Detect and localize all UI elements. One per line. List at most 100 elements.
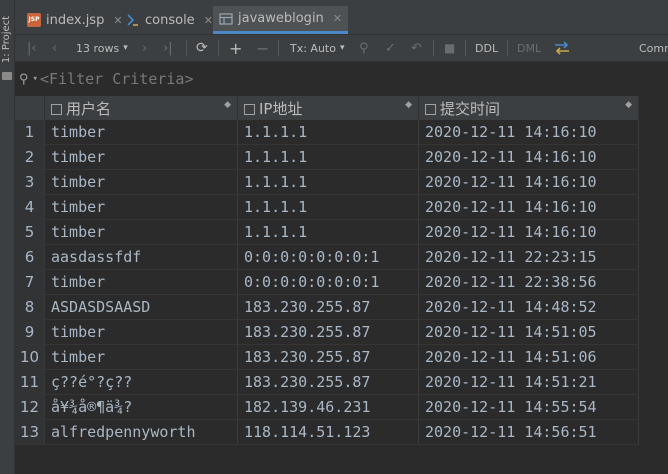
row-number[interactable]: 2 — [15, 144, 45, 170]
cell-submit-time[interactable]: 2020-12-11 14:51:21 — [418, 369, 639, 395]
cell-username[interactable]: alfredpennyworth — [44, 419, 238, 445]
cell-username[interactable]: timber — [44, 319, 238, 345]
cell-ip[interactable]: 1.1.1.1 — [237, 169, 419, 195]
sort-icon[interactable]: ◆ — [405, 100, 412, 110]
row-number[interactable]: 9 — [15, 319, 45, 345]
column-header-submit-time[interactable]: 提交时间 ◆ — [418, 96, 639, 120]
cell-submit-time[interactable]: 2020-12-11 14:16:10 — [418, 219, 639, 245]
cell-username[interactable]: timber — [44, 219, 238, 245]
transaction-mode-dropdown[interactable]: Tx: Auto ▾ — [290, 39, 345, 57]
cell-ip[interactable]: 0:0:0:0:0:0:0:1 — [237, 244, 419, 270]
submit-check-icon[interactable]: ✓ — [385, 39, 396, 57]
sort-icon[interactable]: ◆ — [625, 100, 632, 110]
table-row[interactable]: 13 alfredpennyworth 118.114.51.123 2020-12-… — [15, 419, 639, 445]
cell-username[interactable]: timber — [44, 269, 238, 295]
delete-row-icon[interactable]: − — [256, 39, 269, 58]
cell-username[interactable]: ASDASDSAASD — [44, 294, 238, 320]
cell-ip[interactable]: 1.1.1.1 — [237, 144, 419, 170]
sort-icon[interactable]: ◆ — [224, 100, 231, 110]
stop-icon[interactable]: ■ — [444, 39, 455, 57]
cell-submit-time[interactable]: 2020-12-11 22:38:56 — [418, 269, 639, 295]
table-row[interactable]: 1 timber 1.1.1.1 2020-12-11 14:16:10 — [15, 120, 639, 145]
comments-button[interactable]: Comm — [639, 39, 668, 57]
table-row[interactable]: 10 timber 183.230.255.87 2020-12-11 14:51:0… — [15, 344, 639, 370]
folder-icon[interactable] — [2, 72, 12, 80]
cell-username[interactable]: timber — [44, 344, 238, 370]
cell-submit-time[interactable]: 2020-12-11 14:56:51 — [418, 419, 639, 445]
add-row-icon[interactable]: + — [229, 39, 242, 58]
table-row[interactable]: 5 timber 1.1.1.1 2020-12-11 14:16:10 — [15, 219, 639, 245]
row-number[interactable]: 3 — [15, 169, 45, 195]
cell-ip[interactable]: 118.114.51.123 — [237, 419, 419, 445]
cell-username[interactable]: timber — [44, 194, 238, 220]
close-icon[interactable]: ✕ — [204, 14, 213, 27]
project-tool-tab-label: 1: Project — [1, 15, 13, 63]
cell-submit-time[interactable]: 2020-12-11 22:23:15 — [418, 244, 639, 270]
dml-button[interactable]: DML — [517, 39, 541, 57]
cell-ip[interactable]: 183.230.255.87 — [237, 344, 419, 370]
row-number[interactable]: 5 — [15, 219, 45, 245]
table-row[interactable]: 12 å¥¾å®¶ä¾? 182.139.46.231 2020-12-11 14:5… — [15, 394, 639, 420]
table-row[interactable]: 8 ASDASDSAASD 183.230.255.87 2020-12-11 14:… — [15, 294, 639, 320]
row-number[interactable]: 1 — [15, 120, 45, 145]
cell-ip[interactable]: 1.1.1.1 — [237, 120, 419, 145]
cell-submit-time[interactable]: 2020-12-11 14:16:10 — [418, 194, 639, 220]
tree-icon[interactable]: ⚲ — [359, 39, 369, 57]
cell-ip[interactable]: 182.139.46.231 — [237, 394, 419, 420]
refresh-icon[interactable]: ⟳ — [196, 39, 208, 57]
cell-username[interactable]: timber — [44, 120, 238, 145]
cell-username[interactable]: timber — [44, 169, 238, 195]
first-page-icon[interactable]: |‹ — [27, 39, 37, 57]
row-number[interactable]: 4 — [15, 194, 45, 220]
tab-javaweblogin[interactable]: javaweblogin ✕ — [213, 6, 349, 34]
cell-ip[interactable]: 183.230.255.87 — [237, 319, 419, 345]
row-number[interactable]: 8 — [15, 294, 45, 320]
project-tool-tab[interactable]: 1: Project — [0, 8, 14, 70]
row-number[interactable]: 11 — [15, 369, 45, 395]
cell-submit-time[interactable]: 2020-12-11 14:51:05 — [418, 319, 639, 345]
table-row[interactable]: 11 ç??é°?ç?? 183.230.255.87 2020-12-11 14:5… — [15, 369, 639, 395]
cell-username[interactable]: timber — [44, 144, 238, 170]
ddl-button[interactable]: DDL — [475, 39, 498, 57]
table-row[interactable]: 9 timber 183.230.255.87 2020-12-11 14:51:05 — [15, 319, 639, 345]
row-number[interactable]: 12 — [15, 394, 45, 420]
row-number[interactable]: 13 — [15, 419, 45, 445]
cell-ip[interactable]: 1.1.1.1 — [237, 194, 419, 220]
filter-criteria-field[interactable]: ⚲ ▾ <Filter Criteria> — [15, 68, 193, 90]
cell-submit-time[interactable]: 2020-12-11 14:16:10 — [418, 144, 639, 170]
table-row[interactable]: 7 timber 0:0:0:0:0:0:0:1 2020-12-11 22:38:5… — [15, 269, 639, 295]
cell-ip[interactable]: 1.1.1.1 — [237, 219, 419, 245]
toolbar-separator — [465, 40, 466, 56]
cell-username[interactable]: aasdassfdf — [44, 244, 238, 270]
cell-username[interactable]: ç??é°?ç?? — [44, 369, 238, 395]
chevron-down-icon: ▾ — [339, 43, 345, 53]
cell-ip[interactable]: 183.230.255.87 — [237, 369, 419, 395]
table-row[interactable]: 3 timber 1.1.1.1 2020-12-11 14:16:10 — [15, 169, 639, 195]
cell-ip[interactable]: 0:0:0:0:0:0:0:1 — [237, 269, 419, 295]
previous-page-icon[interactable]: ‹ — [52, 39, 57, 57]
tab-console[interactable]: console ✕ — [120, 6, 219, 34]
row-number[interactable]: 7 — [15, 269, 45, 295]
tab-index-jsp[interactable]: JSP index.jsp ✕ — [21, 6, 129, 34]
row-number[interactable]: 10 — [15, 344, 45, 370]
close-icon[interactable]: ✕ — [333, 12, 342, 25]
table-row[interactable]: 2 timber 1.1.1.1 2020-12-11 14:16:10 — [15, 144, 639, 170]
compare-icon[interactable] — [553, 39, 571, 57]
cell-submit-time[interactable]: 2020-12-11 14:51:06 — [418, 344, 639, 370]
column-header-ip[interactable]: IP地址 ◆ — [237, 96, 419, 120]
rollback-icon[interactable]: ↶ — [411, 39, 422, 57]
cell-submit-time[interactable]: 2020-12-11 14:55:54 — [418, 394, 639, 420]
cell-submit-time[interactable]: 2020-12-11 14:48:52 — [418, 294, 639, 320]
last-page-icon[interactable]: ›| — [163, 39, 173, 57]
table-row[interactable]: 4 timber 1.1.1.1 2020-12-11 14:16:10 — [15, 194, 639, 220]
toolbar-separator — [278, 40, 279, 56]
next-page-icon[interactable]: › — [142, 39, 147, 57]
cell-submit-time[interactable]: 2020-12-11 14:16:10 — [418, 120, 639, 145]
rows-count-dropdown[interactable]: 13 rows ▾ — [76, 39, 128, 57]
cell-username[interactable]: å¥¾å®¶ä¾? — [44, 394, 238, 420]
cell-ip[interactable]: 183.230.255.87 — [237, 294, 419, 320]
row-number[interactable]: 6 — [15, 244, 45, 270]
column-header-username[interactable]: 用户名 ◆ — [44, 96, 238, 120]
cell-submit-time[interactable]: 2020-12-11 14:16:10 — [418, 169, 639, 195]
table-row[interactable]: 6 aasdassfdf 0:0:0:0:0:0:0:1 2020-12-11 22:… — [15, 244, 639, 270]
